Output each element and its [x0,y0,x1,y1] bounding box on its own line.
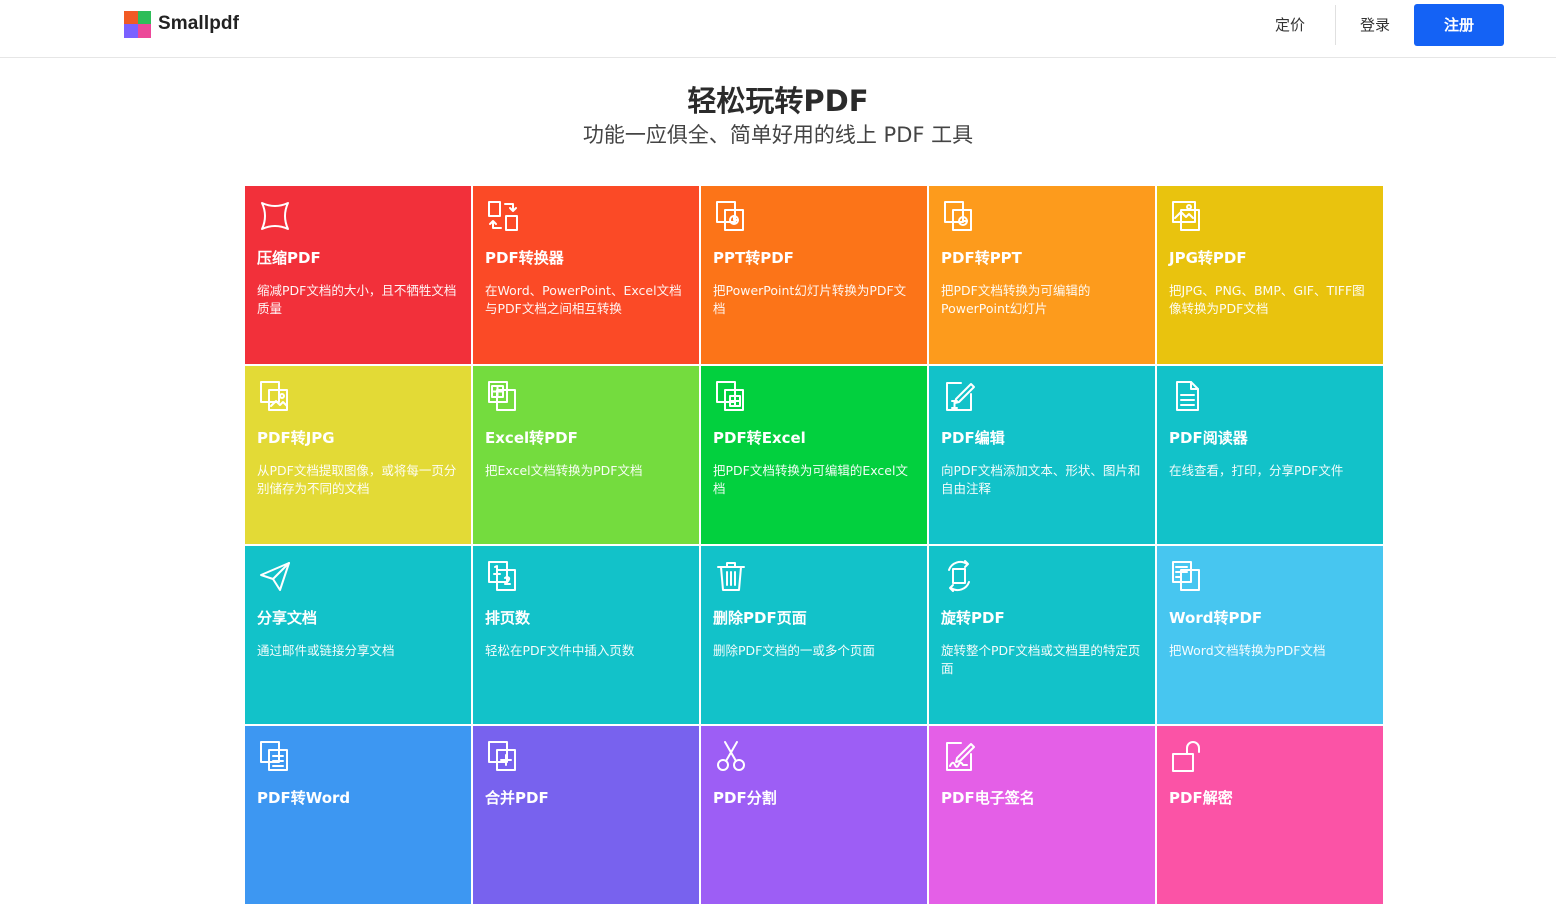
tool-tile-18[interactable]: PDF分割 [701,726,927,904]
tool-description: 把Word文档转换为PDF文档 [1169,643,1326,658]
tool-description: 在线查看，打印，分享PDF文件 [1169,463,1344,478]
edit-icon [941,378,977,414]
tool-title: PDF编辑 [941,429,1005,447]
tool-title: PDF转JPG [257,429,335,447]
smallpdf-logo-icon [124,10,151,38]
tool-title: PDF分割 [713,789,777,807]
tool-tile-8[interactable]: PDF转Excel 把PDF文档转换为可编辑的Excel文档 [701,366,927,544]
tool-tile-9[interactable]: PDF编辑 向PDF文档添加文本、形状、图片和自由注释 [929,366,1155,544]
tool-title: Word转PDF [1169,609,1263,627]
signup-button[interactable]: 注册 [1414,4,1504,46]
tool-tile-13[interactable]: 删除PDF页面 删除PDF文档的一或多个页面 [701,546,927,724]
merge-icon [485,738,521,774]
tool-title: JPG转PDF [1169,249,1247,267]
tool-tile-3[interactable]: PPT转PDF 把PowerPoint幻灯片转换为PDF文档 [701,186,927,364]
tool-title: PDF阅读器 [1169,429,1248,447]
nav-pricing-link[interactable]: 定价 [1262,14,1318,36]
tool-title: PPT转PDF [713,249,794,267]
tool-tile-20[interactable]: PDF解密 [1157,726,1383,904]
logo-square-3 [124,24,138,38]
compress-icon [257,198,293,234]
tool-title: PDF转Excel [713,429,806,447]
page-subtitle: 功能一应俱全、简单好用的线上 PDF 工具 [582,123,974,147]
nav-divider [1335,5,1336,45]
tool-title: 旋转PDF [941,609,1005,627]
unlock-icon [1169,738,1205,774]
convert-icon [485,198,521,234]
tool-title: 分享文档 [257,609,318,627]
tool-title: PDF解密 [1169,789,1233,807]
image-icon [1169,198,1205,234]
tool-description: 缩减PDF文档的大小，且不牺牲文档质量 [257,283,457,316]
tool-tile-14[interactable]: 旋转PDF 旋转整个PDF文档或文档里的特定页面 [929,546,1155,724]
tool-tile-15[interactable]: Word转PDF 把Word文档转换为PDF文档 [1157,546,1383,724]
tool-tile-19[interactable]: PDF电子签名 [929,726,1155,904]
trash-icon [713,558,749,594]
tool-tile-16[interactable]: PDF转Word [245,726,471,904]
paper-plane-icon [257,558,293,594]
tool-description: 从PDF文档提取图像，或将每一页分别储存为不同的文档 [257,463,457,496]
brand-name: Smallpdf [158,13,240,34]
scissors-icon [713,738,749,774]
tool-tile-17[interactable]: 合并PDF [473,726,699,904]
tool-description: 轻松在PDF文件中插入页数 [485,643,635,658]
rotate-icon [941,558,977,594]
signature-icon [941,738,977,774]
excel-icon [485,378,521,414]
tool-description: 把PDF文档转换为可编辑的Excel文档 [713,463,908,496]
tool-tile-7[interactable]: Excel转PDF 把Excel文档转换为PDF文档 [473,366,699,544]
brand-logo[interactable]: Smallpdf [124,10,239,38]
pdf-to-excel-icon [713,378,749,414]
tool-tile-12[interactable]: 排页数 轻松在PDF文件中插入页数 [473,546,699,724]
tool-title: PDF转PPT [941,249,1022,267]
tool-tile-2[interactable]: PDF转换器 在Word、PowerPoint、Excel文档与PDF文档之间相… [473,186,699,364]
reader-icon [1169,378,1205,414]
site-header: Smallpdf 定价 登录 注册 [0,0,1556,58]
tool-tile-1[interactable]: 压缩PDF 缩减PDF文档的大小，且不牺牲文档质量 [245,186,471,364]
tool-title: 压缩PDF [257,249,321,267]
tools-grid: 压缩PDF 缩减PDF文档的大小，且不牺牲文档质量 PDF转换器 在Word、P… [245,186,1383,904]
nav-login-link[interactable]: 登录 [1350,14,1400,36]
tool-description: 把JPG、PNG、BMP、GIF、TIFF图像转换为PDF文档 [1169,283,1365,316]
tool-title: PDF转Word [257,789,351,807]
tool-description: 旋转整个PDF文档或文档里的特定页面 [941,643,1141,676]
tool-title: 删除PDF页面 [713,609,807,627]
tool-tile-5[interactable]: JPG转PDF 把JPG、PNG、BMP、GIF、TIFF图像转换为PDF文档 [1157,186,1383,364]
pdf-to-word-icon [257,738,293,774]
logo-square-1 [124,10,138,24]
tool-description: 通过邮件或链接分享文档 [257,643,395,658]
word-icon [1169,558,1205,594]
tool-title: Excel转PDF [485,429,578,447]
tool-tile-10[interactable]: PDF阅读器 在线查看，打印，分享PDF文件 [1157,366,1383,544]
tool-title: PDF电子签名 [941,789,1035,807]
pdf-to-ppt-icon [941,198,977,234]
tool-tile-6[interactable]: PDF转JPG 从PDF文档提取图像，或将每一页分别储存为不同的文档 [245,366,471,544]
tool-description: 把PowerPoint幻灯片转换为PDF文档 [713,283,907,316]
page-title: 轻松玩转PDF [687,84,869,118]
tool-description: 在Word、PowerPoint、Excel文档与PDF文档之间相互转换 [485,283,682,316]
tool-title: 排页数 [485,609,531,627]
tool-tile-11[interactable]: 分享文档 通过邮件或链接分享文档 [245,546,471,724]
tool-description: 删除PDF文档的一或多个页面 [713,643,875,658]
tool-description: 向PDF文档添加文本、形状、图片和自由注释 [941,463,1141,496]
pdf-to-image-icon [257,378,293,414]
tool-title: PDF转换器 [485,249,564,267]
tool-tile-4[interactable]: PDF转PPT 把PDF文档转换为可编辑的PowerPoint幻灯片 [929,186,1155,364]
ppt-icon [713,198,749,234]
tool-title: 合并PDF [485,789,549,807]
page-number-icon [485,558,521,594]
tool-description: 把PDF文档转换为可编辑的PowerPoint幻灯片 [941,283,1091,316]
logo-square-4 [137,24,151,38]
logo-square-2 [137,10,151,24]
tool-description: 把Excel文档转换为PDF文档 [485,463,643,478]
